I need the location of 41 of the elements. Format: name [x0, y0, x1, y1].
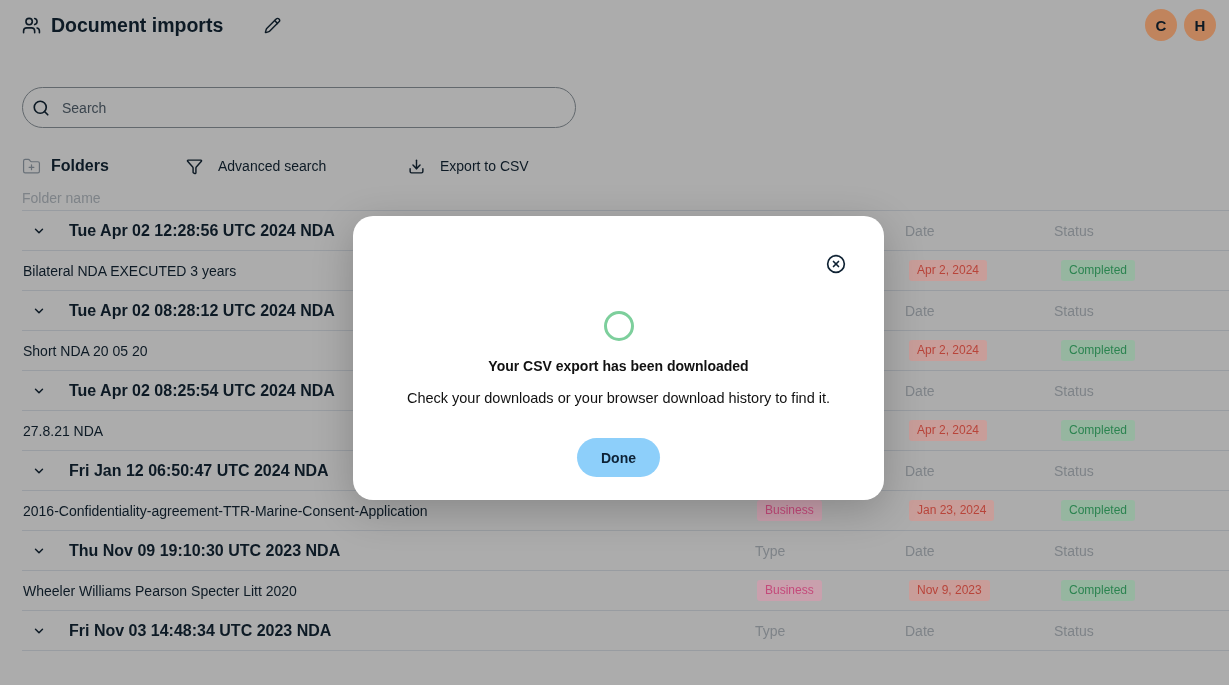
- status-tag: Completed: [1061, 420, 1136, 441]
- advanced-search-button[interactable]: Advanced search: [186, 157, 327, 175]
- ring-icon: [603, 311, 634, 341]
- user-avatar[interactable]: C: [1145, 9, 1177, 41]
- export-csv-button[interactable]: Export to CSV: [408, 157, 529, 175]
- status-tag: Completed: [1061, 260, 1136, 281]
- date-tag: Apr 2, 2024: [909, 340, 988, 361]
- folder-title: Fri Jan 12 06:50:47 UTC 2024 NDA: [69, 461, 329, 480]
- folders-heading: Folders: [51, 157, 109, 175]
- folder-title: Tue Apr 02 08:28:12 UTC 2024 NDA: [69, 301, 335, 320]
- pencil-icon[interactable]: [264, 16, 282, 34]
- folder-title: Fri Nov 03 14:48:34 UTC 2023 NDA: [69, 621, 332, 640]
- type-tag: Business: [757, 500, 822, 521]
- document-name[interactable]: Bilateral NDA EXECUTED 3 years: [23, 262, 237, 279]
- document-name[interactable]: Short NDA 20 05 20: [23, 342, 148, 359]
- status-tag: Completed: [1061, 500, 1136, 521]
- folder-title: Tue Apr 02 08:25:54 UTC 2024 NDA: [69, 381, 335, 400]
- dialog-title: Your CSV export has been downloaded: [488, 357, 749, 375]
- document-name[interactable]: Wheeler Williams Pearson Specter Litt 2020: [23, 582, 297, 599]
- date-tag: Apr 2, 2024: [909, 420, 988, 441]
- user-avatar[interactable]: H: [1184, 9, 1216, 41]
- users-icon: [22, 15, 41, 35]
- dialog-message: Check your downloads or your browser download history to find it.: [406, 389, 831, 407]
- folder-plus-icon: [22, 156, 41, 176]
- folder-title: Thu Nov 09 19:10:30 UTC 2023 NDA: [69, 541, 341, 560]
- status-tag: Completed: [1061, 580, 1136, 601]
- funnel-icon: [186, 157, 203, 175]
- date-tag: Apr 2, 2024: [909, 260, 988, 281]
- folder-title: Tue Apr 02 12:28:56 UTC 2024 NDA: [69, 221, 335, 240]
- type-tag: Business: [757, 580, 822, 601]
- document-name[interactable]: 27.8.21 NDA: [23, 422, 104, 439]
- document-name[interactable]: 2016-Confidentiality-agreement-TTR-Marine-Consent-Application: [23, 502, 428, 519]
- date-tag: Jan 23, 2024: [909, 500, 995, 521]
- page-title: Document imports: [51, 13, 224, 37]
- download-icon: [408, 157, 425, 175]
- search-field[interactable]: Search: [22, 87, 576, 128]
- date-tag: Nov 9, 2023: [909, 580, 990, 601]
- status-tag: Completed: [1061, 340, 1136, 361]
- close-icon[interactable]: [826, 254, 846, 274]
- done-button[interactable]: Done: [577, 438, 660, 477]
- search-icon: [32, 99, 50, 117]
